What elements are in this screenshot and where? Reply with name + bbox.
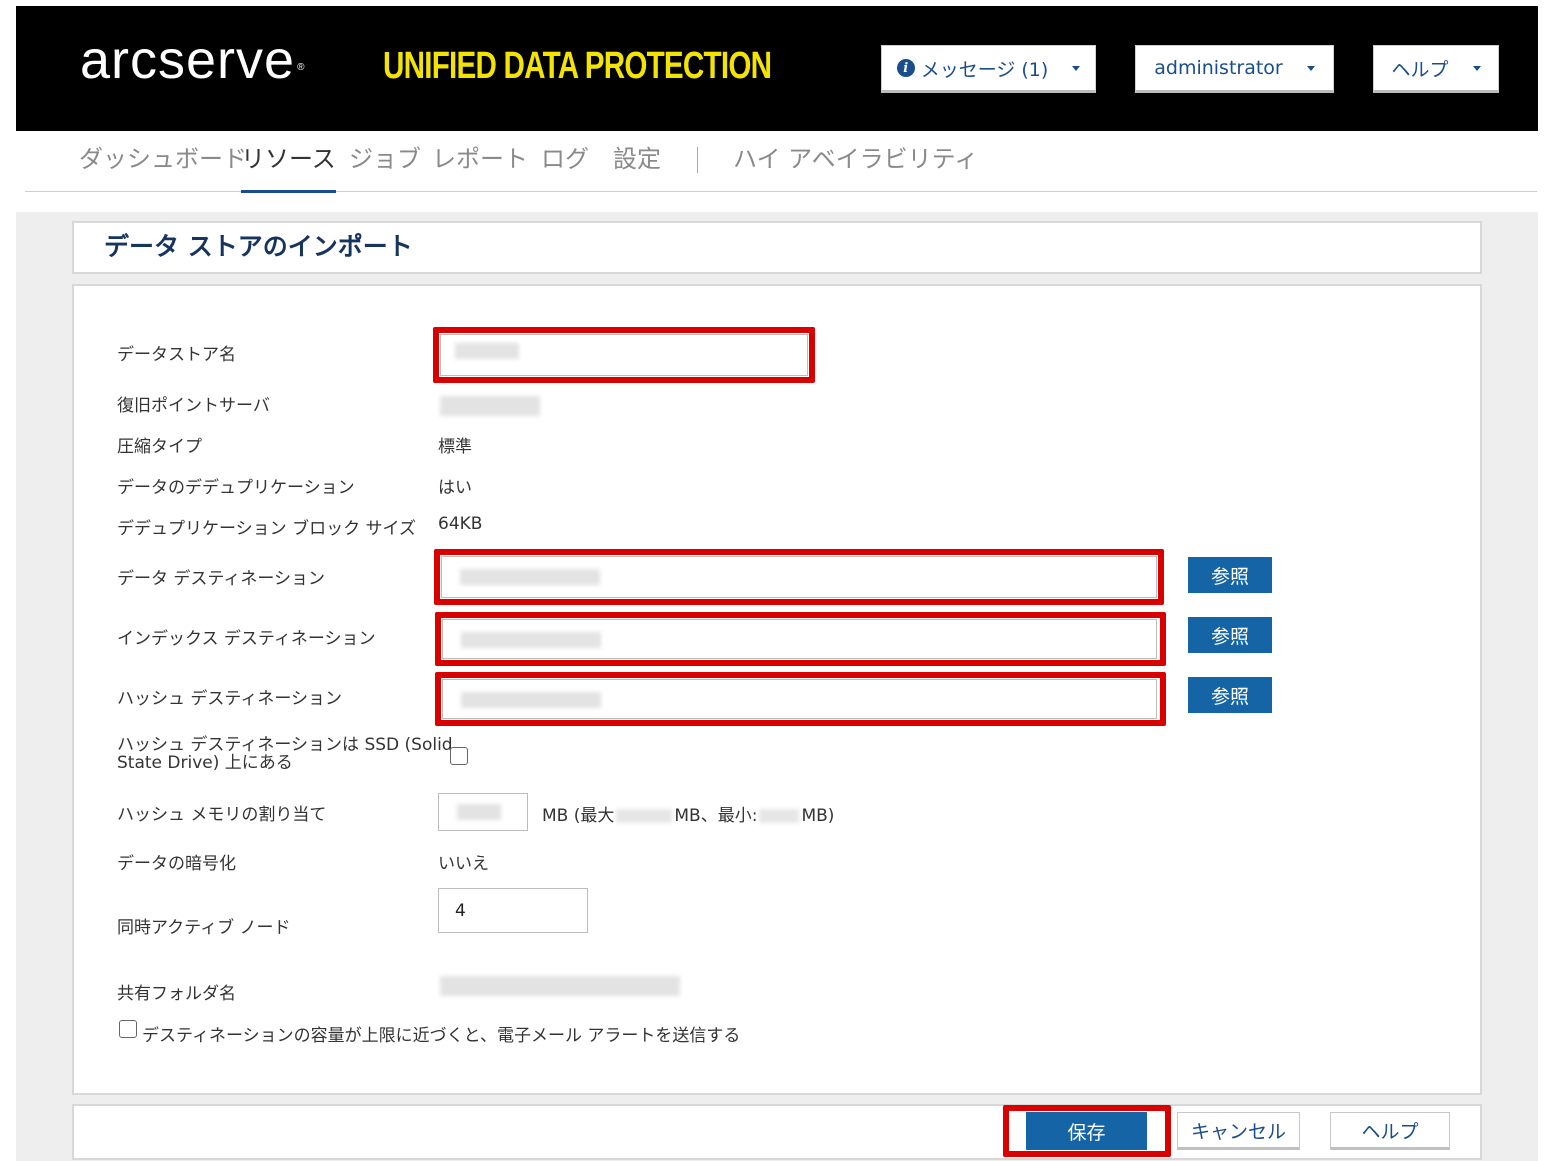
- shared-folder-value: [440, 976, 680, 996]
- hash-memory-suffix: MB): [801, 806, 835, 826]
- hash-destination-browse-button[interactable]: 参照: [1188, 677, 1272, 713]
- help-label: ヘルプ: [1391, 58, 1449, 81]
- compression-label: 圧縮タイプ: [117, 437, 202, 457]
- rps-value: [440, 396, 540, 416]
- ssd-label-line1: ハッシュ デスティネーションは SSD (Solid: [117, 735, 453, 755]
- user-menu-button[interactable]: administrator: [1135, 45, 1334, 93]
- redacted-value: [461, 692, 601, 708]
- info-icon: i: [896, 59, 915, 77]
- title-panel: データ ストアのインポート: [72, 221, 1482, 274]
- cancel-button[interactable]: キャンセル: [1177, 1112, 1300, 1150]
- index-destination-browse-button[interactable]: 参照: [1188, 617, 1272, 653]
- chevron-down-icon: [1072, 65, 1081, 71]
- hash-memory-label: ハッシュ メモリの割り当て: [117, 805, 327, 825]
- datastore-name-input[interactable]: [440, 334, 808, 376]
- redacted-max: [616, 809, 673, 823]
- redacted-value: [455, 343, 519, 359]
- redacted-min: [759, 809, 800, 823]
- arcserve-logo: arcserve ®: [80, 30, 306, 90]
- data-destination-label: データ デスティネーション: [117, 569, 326, 589]
- chevron-down-icon: [1306, 65, 1315, 71]
- datastore-name-label: データストア名: [117, 345, 236, 365]
- redacted-value: [457, 804, 501, 820]
- index-destination-label: インデックス デスティネーション: [117, 629, 376, 649]
- block-size-value: 64KB: [438, 514, 483, 534]
- compression-value: 標準: [438, 437, 472, 457]
- hash-memory-input[interactable]: [438, 793, 528, 831]
- nav-resources[interactable]: リソース: [241, 144, 336, 193]
- ssd-label: ハッシュ デスティネーションは SSD (Solid State Drive) …: [117, 736, 453, 772]
- footer-help-button[interactable]: ヘルプ: [1330, 1112, 1450, 1150]
- data-destination-input[interactable]: [441, 556, 1157, 598]
- concurrent-nodes-label: 同時アクティブ ノード: [117, 918, 291, 938]
- concurrent-nodes-input[interactable]: 4: [438, 888, 588, 933]
- encryption-value: いいえ: [438, 854, 489, 874]
- chevron-down-icon: [1472, 65, 1481, 71]
- shared-folder-label: 共有フォルダ名: [117, 984, 236, 1004]
- header-help-button[interactable]: ヘルプ: [1373, 45, 1499, 93]
- index-destination-input[interactable]: [442, 619, 1157, 659]
- redacted-value: [460, 569, 600, 585]
- messages-button[interactable]: i メッセージ (1): [881, 45, 1096, 93]
- block-size-label: デデュプリケーション ブロック サイズ: [117, 519, 416, 539]
- ssd-label-line2: State Drive) 上にある: [117, 753, 293, 773]
- messages-label: メッセージ (1): [920, 58, 1049, 81]
- main-nav: ダッシュボード リソース ジョブ レポート ログ 設定 ハイ アベイラビリティ: [25, 131, 1537, 193]
- nav-logs[interactable]: ログ: [541, 144, 589, 190]
- ssd-checkbox[interactable]: [450, 747, 468, 765]
- nav-reports[interactable]: レポート: [432, 144, 528, 190]
- hash-destination-label: ハッシュ デスティネーション: [117, 689, 343, 709]
- user-label: administrator: [1154, 57, 1283, 79]
- data-destination-browse-button[interactable]: 参照: [1188, 557, 1272, 593]
- dedup-label: データのデデュプリケーション: [117, 478, 355, 498]
- nav-settings[interactable]: 設定: [613, 144, 661, 190]
- email-alert-label: デスティネーションの容量が上限に近づくと、電子メール アラートを送信する: [142, 1026, 741, 1046]
- page-title: データ ストアのインポート: [104, 232, 413, 261]
- hash-memory-prefix: MB (最大: [542, 806, 615, 826]
- encryption-label: データの暗号化: [117, 854, 236, 874]
- nav-dashboard[interactable]: ダッシュボード: [79, 144, 247, 190]
- redacted-value: [461, 632, 601, 648]
- hash-memory-range: MB (最大 MB、最小: MB): [542, 801, 834, 826]
- save-button[interactable]: 保存: [1026, 1112, 1147, 1150]
- nav-separator: [697, 147, 698, 173]
- dedup-value: はい: [438, 478, 472, 498]
- hash-memory-mid: MB、最小:: [674, 806, 758, 826]
- rps-label: 復旧ポイントサーバ: [117, 396, 270, 416]
- nav-high-availability[interactable]: ハイ アベイラビリティ: [733, 144, 978, 190]
- hash-destination-input[interactable]: [442, 679, 1157, 719]
- nav-jobs[interactable]: ジョブ: [349, 144, 421, 190]
- product-name: UNIFIED DATA PROTECTION: [383, 45, 772, 87]
- email-alert-checkbox[interactable]: [119, 1020, 137, 1038]
